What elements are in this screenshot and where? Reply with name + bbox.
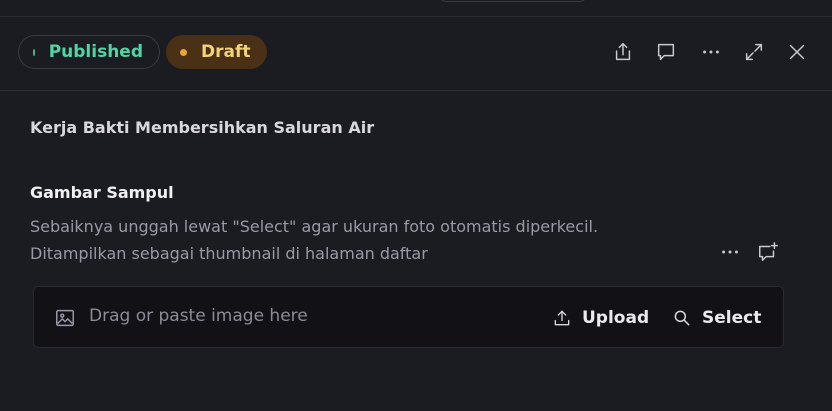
- image-icon: [54, 307, 76, 329]
- document-header: Published Draft: [0, 17, 832, 91]
- status-draft-badge[interactable]: Draft: [166, 35, 267, 69]
- expand-icon[interactable]: [743, 41, 765, 63]
- dropzone-placeholder: Drag or paste image here: [89, 306, 308, 326]
- search-icon: [674, 310, 690, 326]
- tab-stub: [437, 0, 589, 2]
- cover-description-line1: Sebaiknya unggah lewat "Select" agar uku…: [30, 217, 599, 236]
- close-icon[interactable]: [786, 41, 808, 63]
- share-icon[interactable]: [612, 41, 634, 63]
- status-draft-label: Draft: [201, 42, 251, 62]
- top-strip: [0, 0, 832, 17]
- status-published-label: Published: [48, 42, 143, 62]
- upload-label: Upload: [582, 308, 650, 328]
- more-icon[interactable]: [700, 41, 722, 63]
- add-comment-icon[interactable]: [757, 241, 779, 263]
- cover-description: Sebaiknya unggah lewat "Select" agar uku…: [30, 213, 598, 267]
- page-title[interactable]: Kerja Bakti Membersihkan Saluran Air: [30, 118, 374, 137]
- draft-dot-icon: [180, 48, 187, 56]
- select-button[interactable]: Select: [672, 301, 761, 335]
- upload-icon: [554, 310, 570, 326]
- cover-description-line2: Ditampilkan sebagai thumbnail di halaman…: [30, 244, 428, 263]
- published-dot-icon: [33, 48, 35, 56]
- select-label: Select: [702, 308, 762, 328]
- cover-section-title: Gambar Sampul: [30, 183, 174, 202]
- status-published-badge[interactable]: Published: [18, 35, 160, 69]
- field-more-icon[interactable]: [719, 241, 741, 263]
- upload-button[interactable]: Upload: [552, 301, 649, 335]
- comment-icon[interactable]: [655, 41, 677, 63]
- image-dropzone[interactable]: Drag or paste image here Upload Select: [33, 286, 784, 348]
